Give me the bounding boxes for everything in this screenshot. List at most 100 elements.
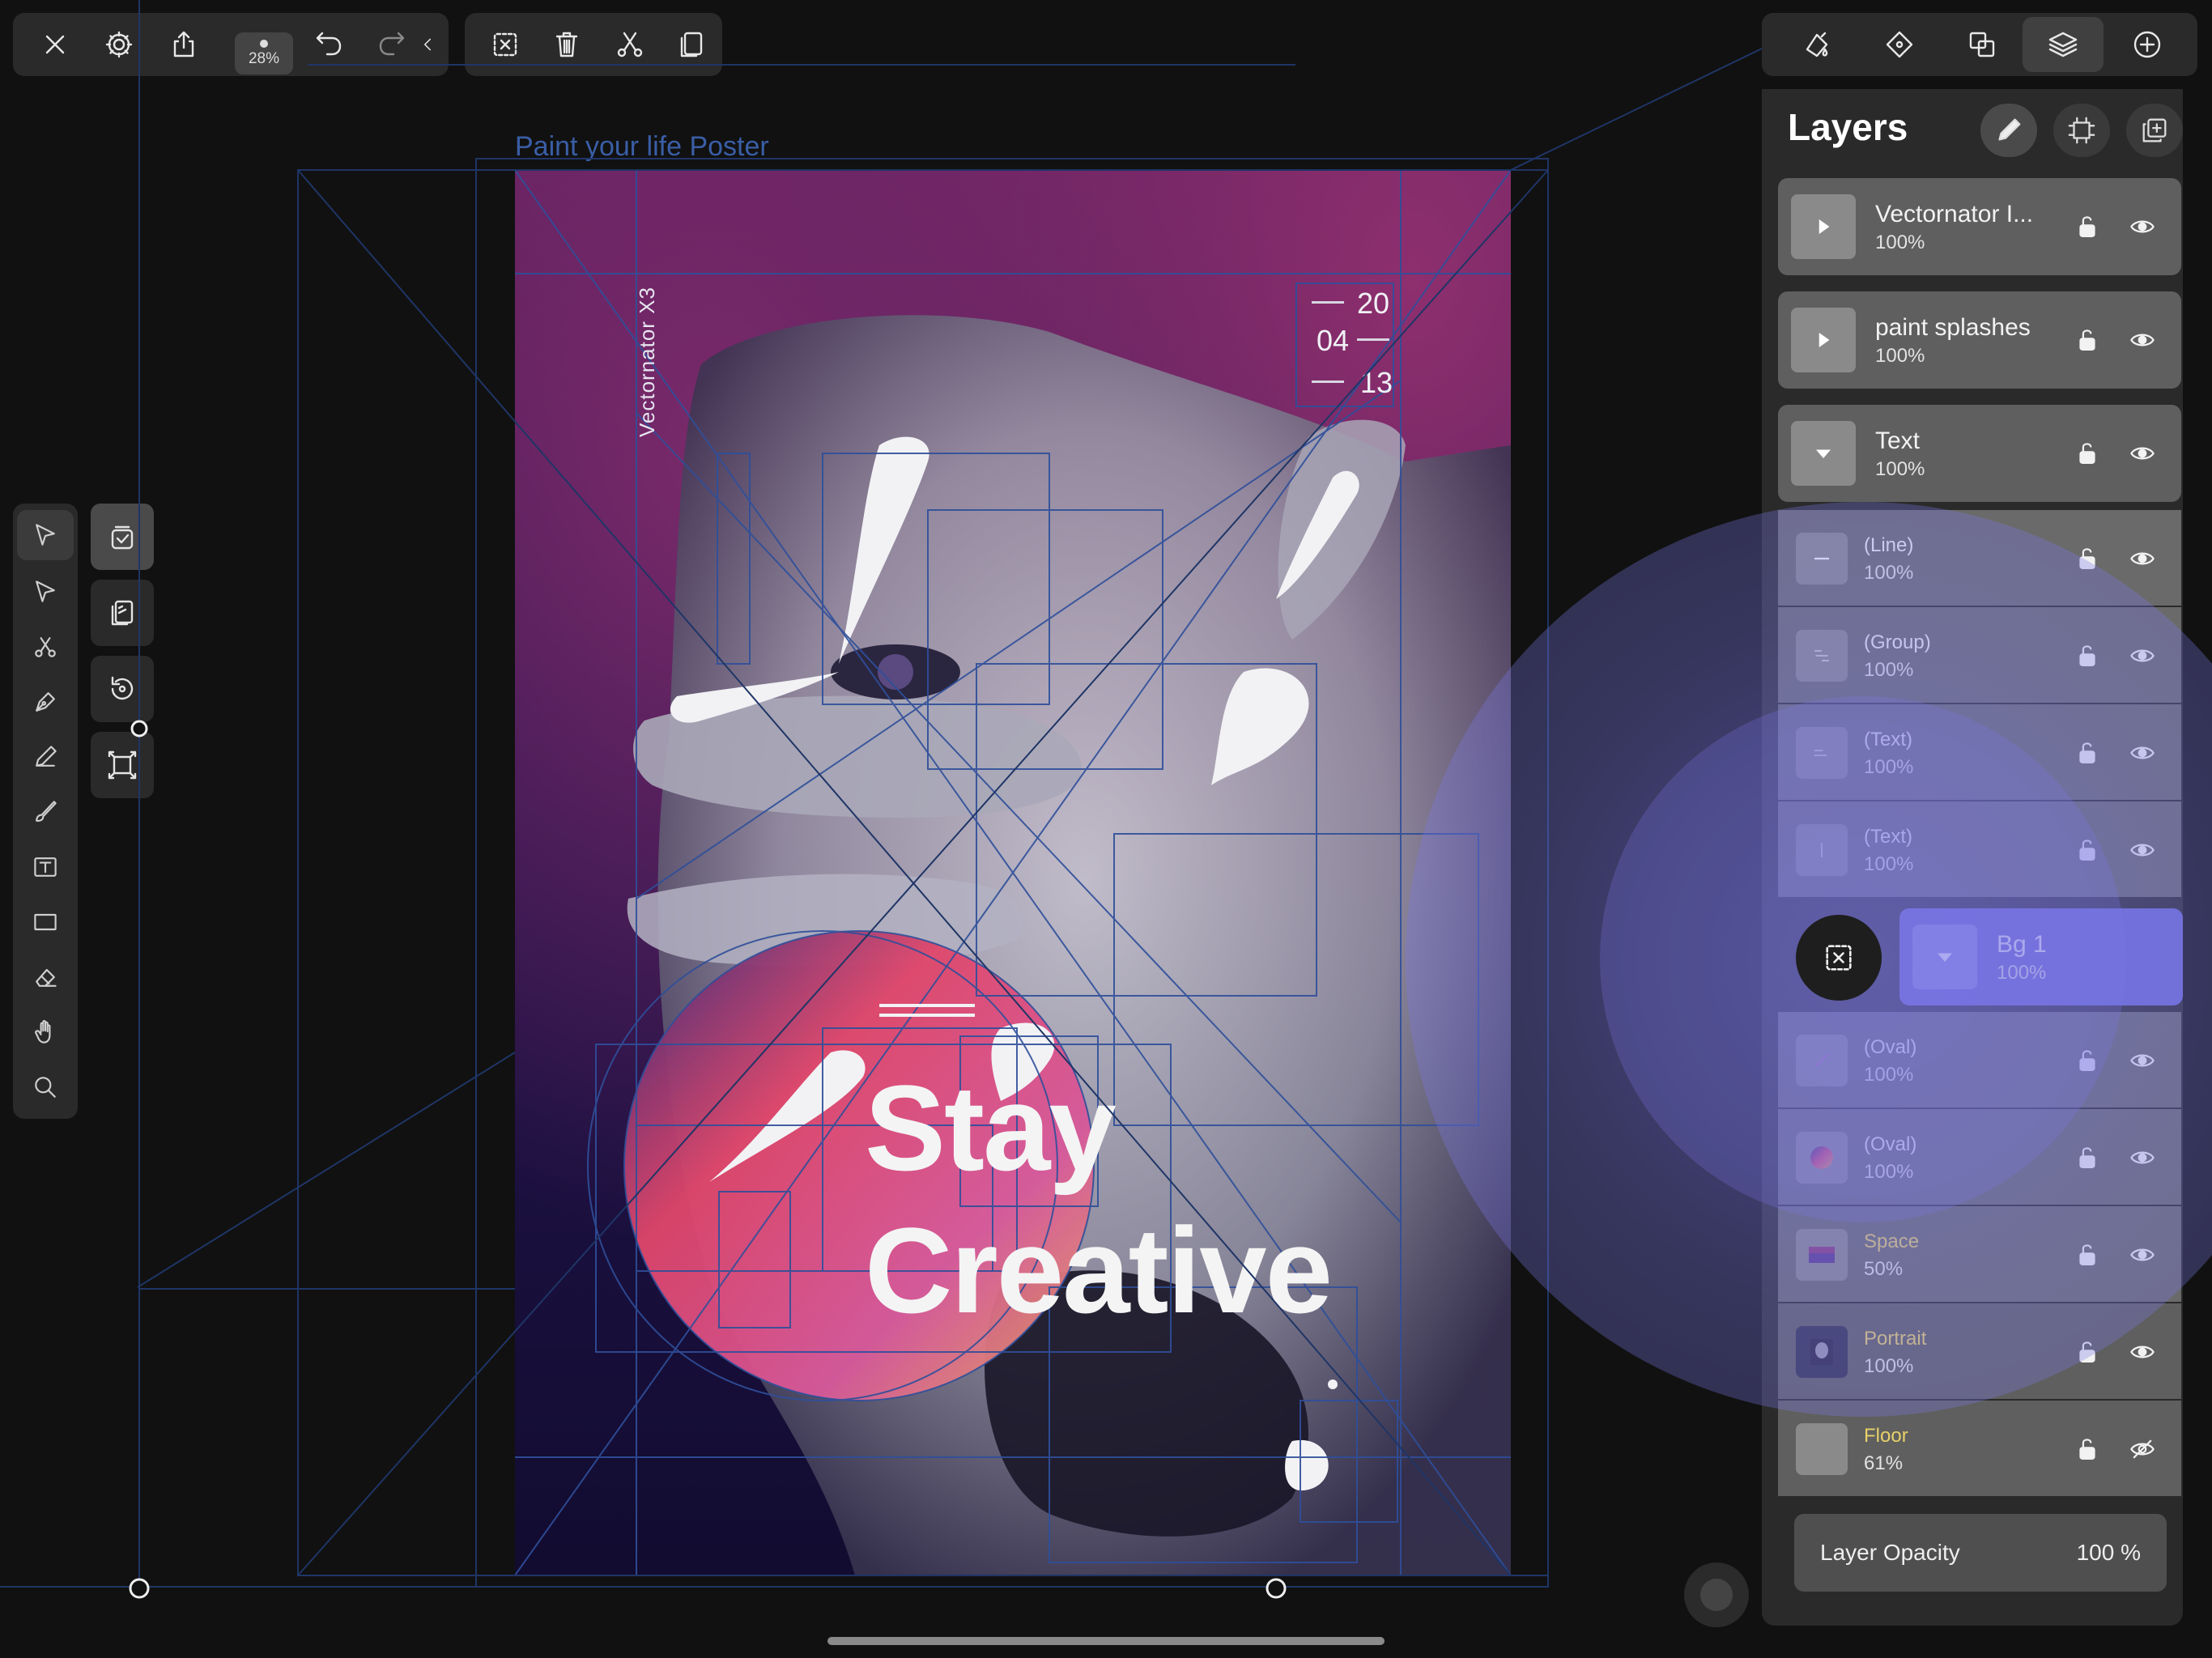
cut-button[interactable] [601,9,659,80]
style-tab[interactable] [1788,9,1846,80]
layer-lock-toggle[interactable] [2071,640,2104,672]
deselect-icon [1826,945,1852,971]
layer-row[interactable]: Text 100% [1778,405,2181,502]
pen-tool[interactable] [17,677,74,727]
layer-row[interactable]: paint splashes 100% [1778,291,2181,389]
settings-button[interactable] [90,9,148,80]
arrange-tab[interactable] [1870,9,1929,80]
layer-row[interactable]: Floor 61% [1778,1401,2181,1496]
layer-visibility-toggle[interactable] [2126,542,2159,575]
close-button[interactable] [26,9,84,80]
layer-visibility-toggle[interactable] [2126,324,2159,356]
layer-lock-toggle[interactable] [2071,737,2104,769]
shape-tool[interactable] [17,897,74,947]
layer-visibility-toggle[interactable] [2126,1141,2159,1174]
layer-lock-toggle[interactable] [2071,210,2104,243]
headline-line-2 [879,1014,975,1017]
selection-tool[interactable] [17,510,74,560]
floating-button[interactable] [1684,1562,1749,1627]
collapse-toolbar-button[interactable] [411,9,444,80]
date-day: 20 [1357,287,1390,320]
layer-visibility-toggle[interactable] [2126,1336,2159,1368]
add-artboard-button[interactable] [2053,104,2110,157]
drag-deselect-badge[interactable] [1796,915,1882,1001]
delete-button[interactable] [538,9,596,80]
copy-button[interactable] [662,9,721,80]
scissors-tool[interactable] [17,622,74,672]
edit-layers-button[interactable] [1980,104,2037,157]
layer-opacity-control[interactable]: Layer Opacity 100 % [1794,1514,2167,1592]
layer-lock-toggle[interactable] [2071,324,2104,356]
selection-handle-bottom[interactable] [1266,1578,1287,1599]
layer-row[interactable]: (Oval) 100% [1778,1012,2181,1107]
layer-lock-toggle[interactable] [2071,1044,2104,1077]
layer-visibility-toggle[interactable] [2126,737,2159,769]
auto-select-option[interactable] [91,504,154,570]
selection-handle-left[interactable] [129,1578,150,1599]
pencil-tool[interactable] [17,732,74,782]
eye-slash-icon [2130,1439,2155,1459]
layer-row[interactable]: (Text) 100% [1778,801,2181,897]
layer-visibility-toggle[interactable] [2126,1044,2159,1077]
layer-thumb [1796,1423,1848,1475]
layer-opacity: 100% [1864,1355,1914,1377]
text-tool[interactable] [17,842,74,892]
zoom-indicator[interactable]: 28% [235,32,293,74]
text-icon [34,857,57,877]
layer-row[interactable]: (Group) 100% [1778,607,2181,703]
layer-lock-toggle[interactable] [2071,437,2104,470]
date-dash-2 [1357,338,1389,341]
headline-creative: Creative [865,1202,1333,1338]
layer-lock-toggle[interactable] [2071,1336,2104,1368]
poster-artboard[interactable]: Vectornator X3 20 04 13 Stay Creative [515,170,1511,1575]
artboard-icon [2068,117,2095,144]
brush-tool[interactable] [17,787,74,837]
layer-visibility-toggle[interactable] [2126,640,2159,672]
layer-opacity: 100% [1875,458,1925,480]
eraser-tool[interactable] [17,952,74,1002]
trash-icon [555,32,578,57]
layer-row[interactable]: (Oval) 100% [1778,1109,2181,1205]
layer-row[interactable]: Portrait 100% [1778,1303,2181,1399]
layer-name: Floor [1864,1425,1908,1447]
layer-visibility-toggle[interactable] [2126,1433,2159,1465]
hand-tool[interactable] [17,1007,74,1057]
share-button[interactable] [155,9,213,80]
deselect-button[interactable] [476,9,534,80]
layer-row[interactable]: (Text) 100% [1778,704,2181,800]
boolean-icon [1969,32,1995,57]
layer-opacity: 50% [1864,1258,1904,1280]
path-tab[interactable] [1953,9,2011,80]
add-tab[interactable] [2118,9,2176,80]
layer-lock-toggle[interactable] [2071,1239,2104,1271]
node-cursor-icon [36,580,55,602]
unlock-icon [2079,329,2095,351]
layer-lock-toggle[interactable] [2071,834,2104,866]
transform-option[interactable] [91,732,154,798]
layer-row-dragging[interactable]: Bg 1 100% [1899,908,2183,1005]
home-indicator[interactable] [827,1637,1385,1645]
add-layer-button[interactable] [2126,104,2183,157]
layer-opacity: 100% [1875,345,1925,367]
layer-visibility-toggle[interactable] [2126,1239,2159,1271]
unlock-icon [2079,1244,2095,1266]
layer-row[interactable]: Vectornator I... 100% [1778,178,2181,275]
layer-visibility-toggle[interactable] [2126,834,2159,866]
direct-selection-tool[interactable] [17,567,74,617]
pencil-icon [1998,118,2021,141]
layers-tab[interactable] [2023,17,2104,72]
layer-row[interactable]: Space 50% [1778,1206,2181,1302]
layer-visibility-toggle[interactable] [2126,437,2159,470]
brush-icon [36,801,57,823]
layer-lock-toggle[interactable] [2071,542,2104,575]
layer-name: Space [1864,1231,1920,1252]
clipboard-option[interactable] [91,580,154,646]
rotate-option[interactable] [91,656,154,722]
layer-lock-toggle[interactable] [2071,1141,2104,1174]
zoom-tool[interactable] [17,1062,74,1112]
layer-row[interactable]: (Line) 100% [1778,510,2181,606]
layer-lock-toggle[interactable] [2071,1433,2104,1465]
layer-visibility-toggle[interactable] [2126,210,2159,243]
pen-nib-icon [36,692,55,712]
undo-button[interactable] [300,9,358,80]
